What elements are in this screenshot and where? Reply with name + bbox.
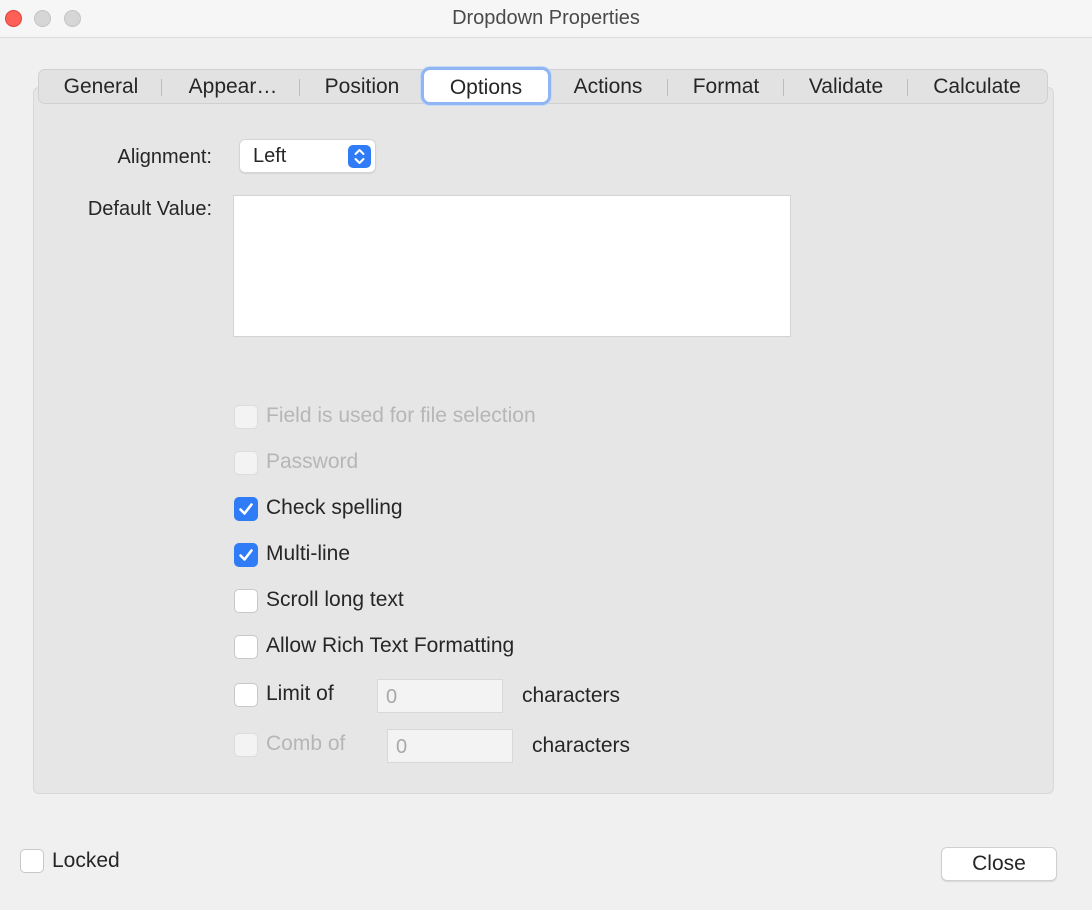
file-selection-label: Field is used for file selection: [266, 404, 536, 427]
tab-separator: [299, 79, 300, 96]
multi-line-label: Multi-line: [266, 542, 351, 565]
limit-characters-field: 0: [377, 679, 503, 713]
tab-options[interactable]: Options: [421, 67, 551, 105]
comb-of-checkbox: [234, 733, 258, 757]
password-checkbox: [234, 451, 258, 475]
tab-validate[interactable]: Validate: [787, 70, 905, 103]
window-title: Dropdown Properties: [452, 7, 640, 29]
file-selection-checkbox: [234, 405, 258, 429]
alignment-label: Alignment:: [117, 146, 213, 168]
tab-general[interactable]: General: [45, 70, 157, 103]
tab-position[interactable]: Position: [303, 70, 421, 103]
locked-label: Locked: [52, 849, 120, 872]
tab-separator: [667, 79, 668, 96]
locked-checkbox[interactable]: [20, 849, 44, 873]
multi-line-checkbox[interactable]: [234, 543, 258, 567]
rich-text-label: Allow Rich Text Formatting: [266, 634, 515, 657]
tab-separator: [783, 79, 784, 96]
tab-bar: General Appear… Position Options Actions…: [38, 67, 1048, 105]
comb-of-label: Comb of: [266, 732, 346, 755]
check-spelling-checkbox[interactable]: [234, 497, 258, 521]
default-value-label: Default Value:: [87, 198, 212, 220]
updown-chevron-icon: [348, 145, 371, 168]
dialog-window: Dropdown Properties General Appear… Posi…: [0, 0, 1092, 910]
tab-format[interactable]: Format: [671, 70, 781, 103]
alignment-select[interactable]: Left: [239, 139, 376, 173]
comb-characters-suffix: characters: [532, 734, 631, 757]
scroll-long-text-label: Scroll long text: [266, 588, 404, 611]
limit-of-label: Limit of: [266, 682, 334, 705]
alignment-value: Left: [253, 145, 287, 167]
limit-of-checkbox[interactable]: [234, 683, 258, 707]
close-button[interactable]: Close: [941, 847, 1057, 881]
title-bar: Dropdown Properties: [0, 0, 1092, 38]
default-value-textarea[interactable]: [233, 195, 791, 337]
password-label: Password: [266, 450, 359, 473]
comb-characters-field: 0: [387, 729, 513, 763]
tab-actions[interactable]: Actions: [551, 70, 665, 103]
tab-appearance[interactable]: Appear…: [167, 70, 299, 103]
scroll-long-text-checkbox[interactable]: [234, 589, 258, 613]
check-spelling-label: Check spelling: [266, 496, 403, 519]
limit-characters-suffix: characters: [522, 684, 621, 707]
checkmark-icon: [239, 503, 253, 515]
tab-separator: [907, 79, 908, 96]
tab-calculate[interactable]: Calculate: [911, 70, 1043, 103]
checkmark-icon: [239, 549, 253, 561]
tab-separator: [161, 79, 162, 96]
rich-text-checkbox[interactable]: [234, 635, 258, 659]
